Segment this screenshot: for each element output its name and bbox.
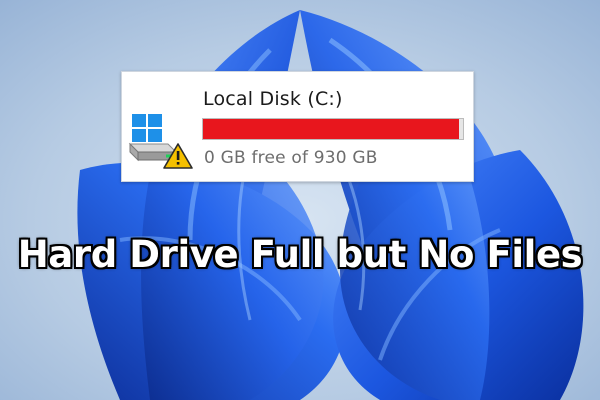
drive-free-space-label: 0 GB free of 930 GB [204,148,378,168]
drive-usage-fill [203,119,460,139]
wallpaper-background [0,0,600,400]
drive-icon-group [128,114,193,169]
headline-title: Hard Drive Full but No Files [17,233,583,276]
hard-drive-icon [128,142,178,162]
drive-tile-local-disk-c[interactable]: Local Disk (C:) 0 GB free of 930 GB [121,71,474,182]
drive-usage-bar [202,118,464,140]
drive-name-label: Local Disk (C:) [203,88,343,110]
windows-bloom-wallpaper [0,0,600,400]
windows-logo-icon [132,114,162,142]
